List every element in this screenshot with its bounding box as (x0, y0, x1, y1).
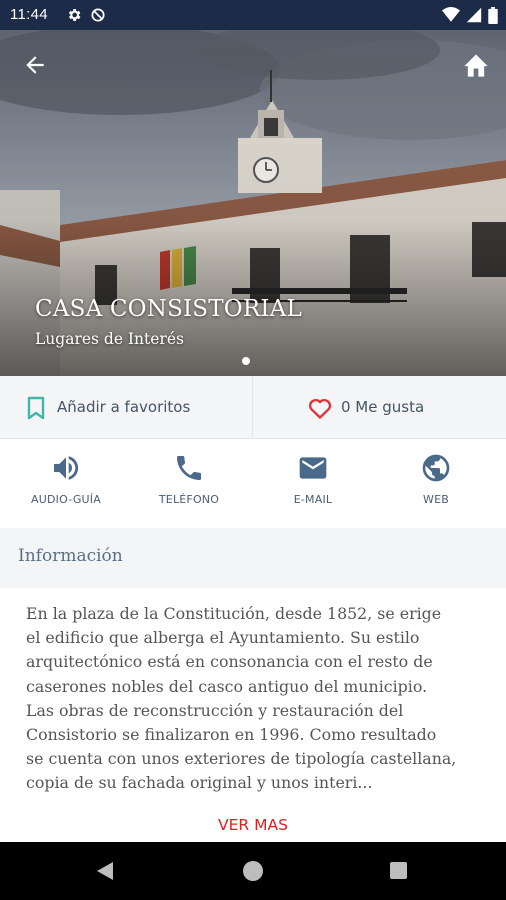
status-bar: 11:44 (0, 0, 506, 30)
carousel-indicator (242, 357, 250, 365)
email-label: E-MAIL (293, 493, 333, 506)
info-section-header: Información (0, 528, 506, 588)
audio-guide-button[interactable]: AUDIO-GUÍA (3, 440, 129, 528)
bookmark-icon (27, 396, 45, 420)
status-time: 11:44 (10, 6, 48, 23)
info-title: Información (18, 546, 123, 566)
description-line: Las obras de reconstrucción y restauraci… (26, 700, 404, 720)
add-favorite-label: Añadir a favoritos (57, 398, 191, 416)
add-favorite-button[interactable]: Añadir a favoritos (0, 376, 253, 439)
like-button[interactable]: 0 Me gusta (253, 376, 506, 439)
data-saver-icon (91, 8, 105, 22)
battery-icon (488, 6, 498, 24)
email-icon (299, 457, 327, 479)
action-bar: AUDIO-GUÍA TELÉFONO E-MAIL WEB (0, 440, 506, 528)
audio-guide-label: AUDIO-GUÍA (31, 493, 101, 506)
phone-label: TELÉFONO (158, 493, 220, 506)
heart-icon (308, 399, 332, 419)
phone-button[interactable]: TELÉFONO (126, 440, 252, 528)
town-hall-photo (0, 30, 506, 376)
description-line: se cuenta con unos exteriores de tipolog… (26, 749, 457, 769)
see-more-link[interactable]: VER MAS (0, 816, 506, 834)
description-line: caserones nobles del casco antiguo del m… (26, 676, 428, 696)
favorites-bar: Añadir a favoritos 0 Me gusta (0, 376, 506, 439)
wifi-icon (442, 7, 460, 22)
description-line: En la plaza de la Constitución, desde 18… (26, 604, 442, 623)
home-icon[interactable] (462, 52, 490, 78)
description-line: arquitectónico está en consonancia con e… (26, 652, 433, 672)
system-nav-bar (0, 842, 506, 900)
settings-icon (68, 9, 81, 21)
description-line: Consistorio se finalizaron en 1996. Como… (26, 725, 437, 745)
like-count-label: 0 Me gusta (341, 398, 425, 416)
hero-image: CASA CONSISTORIAL Lugares de Interés (0, 30, 506, 376)
arrow-back-icon[interactable] (22, 52, 48, 78)
volume-icon (54, 456, 79, 480)
nav-back-icon[interactable] (96, 861, 114, 881)
page-subtitle: Lugares de Interés (35, 330, 184, 348)
email-button[interactable]: E-MAIL (250, 440, 376, 528)
nav-home-icon[interactable] (243, 861, 263, 881)
phone-icon (177, 456, 201, 480)
page-title: CASA CONSISTORIAL (35, 296, 302, 322)
web-label: WEB (423, 493, 449, 506)
web-button[interactable]: WEB (373, 440, 499, 528)
description-line: el edificio que alberga el Ayuntamiento.… (26, 628, 420, 648)
globe-icon (422, 454, 450, 482)
info-description: En la plaza de la Constitución, desde 18… (26, 602, 488, 796)
signal-icon (466, 7, 482, 23)
description-line: copia de su fachada original y unos inte… (26, 773, 373, 793)
nav-recents-icon[interactable] (390, 862, 407, 879)
